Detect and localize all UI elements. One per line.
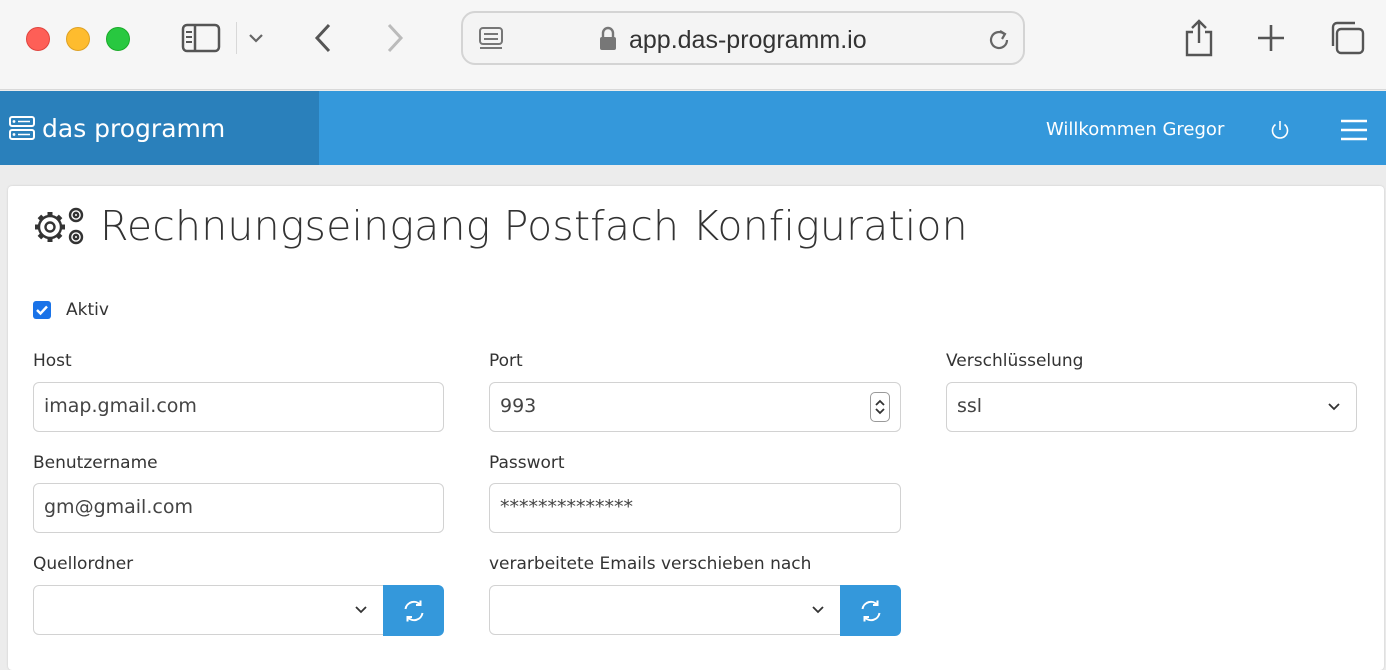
share-button[interactable] xyxy=(1180,16,1218,60)
username-value: gm@gmail.com xyxy=(44,496,193,518)
stepper-down-icon[interactable] xyxy=(875,407,885,415)
sidebar-menu-button[interactable] xyxy=(244,16,268,60)
brand[interactable]: das programm xyxy=(0,91,319,165)
welcome-text: Willkommen Gregor xyxy=(1046,119,1225,140)
chevron-down-icon xyxy=(812,606,824,614)
encryption-label: Verschlüsselung xyxy=(946,351,1084,371)
reload-icon[interactable] xyxy=(985,26,1013,54)
host-value: imap.gmail.com xyxy=(44,395,197,417)
tabs-icon xyxy=(1331,21,1365,55)
username-input[interactable]: gm@gmail.com xyxy=(33,483,444,533)
page-title: Rechnungseingang Postfach Konfiguration xyxy=(100,202,968,250)
move-folder-select[interactable] xyxy=(489,585,841,635)
password-label: Passwort xyxy=(489,453,565,473)
power-icon[interactable] xyxy=(1268,118,1292,142)
encryption-select[interactable]: ssl xyxy=(946,382,1357,432)
gears-icon xyxy=(35,207,84,245)
page-header: Rechnungseingang Postfach Konfiguration xyxy=(32,202,968,250)
zoom-window-button[interactable] xyxy=(106,27,130,51)
app-header: das programm Willkommen Gregor xyxy=(0,91,1386,165)
chevron-down-icon xyxy=(355,606,367,614)
checkmark-icon xyxy=(36,305,48,316)
back-button[interactable] xyxy=(308,16,338,60)
refresh-move-folders-button[interactable] xyxy=(840,585,901,636)
stepper-up-icon[interactable] xyxy=(875,399,885,407)
forward-icon xyxy=(387,23,404,53)
active-checkbox[interactable] xyxy=(33,301,51,319)
browser-toolbar: app.das-programm.io xyxy=(0,0,1386,90)
chevron-down-icon xyxy=(249,34,263,43)
reader-icon[interactable] xyxy=(477,25,505,53)
menu-icon[interactable] xyxy=(1340,118,1368,142)
refresh-icon xyxy=(861,600,880,621)
encryption-value: ssl xyxy=(957,395,983,417)
refresh-source-folders-button[interactable] xyxy=(383,585,444,636)
tab-overview-button[interactable] xyxy=(1326,16,1368,60)
sidebar-icon xyxy=(181,23,221,53)
new-tab-button[interactable] xyxy=(1252,16,1290,60)
toolbar-separator xyxy=(236,22,237,54)
source-folder-label: Quellordner xyxy=(33,554,134,574)
active-label: Aktiv xyxy=(66,300,109,320)
port-stepper[interactable] xyxy=(870,392,890,422)
host-input[interactable]: imap.gmail.com xyxy=(33,382,444,432)
url-text: app.das-programm.io xyxy=(629,26,867,54)
sidebar-toggle-button[interactable] xyxy=(178,16,224,60)
port-input[interactable]: 993 xyxy=(489,382,901,432)
config-card: Rechnungseingang Postfach Konfiguration … xyxy=(8,186,1384,670)
refresh-icon xyxy=(404,600,423,621)
new-tab-icon xyxy=(1258,25,1284,51)
forward-button[interactable] xyxy=(380,16,410,60)
password-value: ************** xyxy=(500,496,633,518)
back-icon xyxy=(314,23,331,53)
server-icon xyxy=(9,116,35,140)
chevron-down-icon xyxy=(1328,403,1340,411)
port-value: 993 xyxy=(500,395,537,417)
move-folder-label: verarbeitete Emails verschieben nach xyxy=(489,554,812,574)
password-input[interactable]: ************** xyxy=(489,483,901,533)
port-label: Port xyxy=(489,351,523,371)
share-icon xyxy=(1185,19,1213,57)
source-folder-select[interactable] xyxy=(33,585,384,635)
address-bar[interactable]: app.das-programm.io xyxy=(461,11,1025,65)
minimize-window-button[interactable] xyxy=(66,27,90,51)
host-label: Host xyxy=(33,351,72,371)
brand-name: das programm xyxy=(42,113,226,143)
close-window-button[interactable] xyxy=(26,27,50,51)
lock-icon xyxy=(600,26,616,50)
username-label: Benutzername xyxy=(33,453,158,473)
